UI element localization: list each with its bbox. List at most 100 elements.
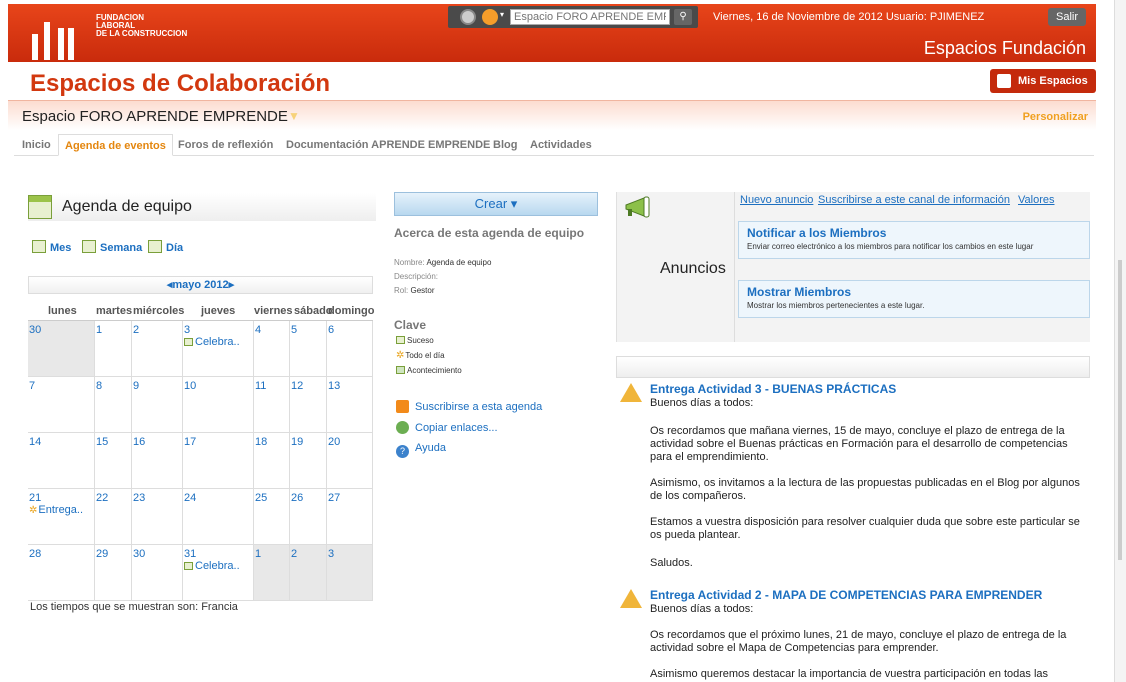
chevron-down-icon[interactable]: ▾: [500, 10, 504, 19]
day-number[interactable]: 31: [184, 548, 196, 560]
day-number[interactable]: 29: [96, 548, 108, 560]
calendar-day-cell[interactable]: 3 Celebra..: [183, 321, 254, 377]
search-button[interactable]: ⚲: [674, 9, 692, 25]
calendar-day-cell[interactable]: 8: [95, 377, 132, 433]
calendar-day-cell[interactable]: 21 ✲Entrega..: [28, 489, 95, 545]
calendar-day-cell[interactable]: 29: [95, 545, 132, 601]
day-number[interactable]: 18: [255, 436, 267, 448]
calendar-day-cell[interactable]: 15: [95, 433, 132, 489]
month-navigator[interactable]: ◂mayo 2012▸: [28, 276, 373, 294]
day-number[interactable]: 30: [29, 324, 41, 336]
day-number[interactable]: 21: [29, 492, 41, 504]
subscribe-agenda-link[interactable]: Suscribirse a esta agenda: [396, 400, 542, 413]
day-number[interactable]: 22: [96, 492, 108, 504]
subscribe-channel-link[interactable]: Suscribirse a este canal de información: [818, 194, 1010, 206]
calendar-day-cell[interactable]: 31 Celebra..: [183, 545, 254, 601]
day-number[interactable]: 15: [96, 436, 108, 448]
calendar-day-cell[interactable]: 2: [290, 545, 327, 601]
day-number[interactable]: 7: [29, 380, 35, 392]
view-week-link[interactable]: Semana: [82, 240, 142, 254]
tab-blog[interactable]: Blog: [493, 134, 517, 156]
calendar-day-cell[interactable]: 11: [254, 377, 290, 433]
post-title[interactable]: Entrega Actividad 2 - MAPA DE COMPETENCI…: [650, 588, 1042, 602]
day-number[interactable]: 23: [133, 492, 145, 504]
calendar-day-cell[interactable]: 1: [254, 545, 290, 601]
calendar-day-cell[interactable]: 16: [132, 433, 183, 489]
day-number[interactable]: 26: [291, 492, 303, 504]
calendar-day-cell[interactable]: 27: [327, 489, 373, 545]
day-number[interactable]: 13: [328, 380, 340, 392]
create-button[interactable]: Crear ▾: [394, 192, 598, 216]
calendar-event[interactable]: ✲Entrega..: [29, 504, 93, 516]
search-input[interactable]: [510, 9, 670, 25]
calendar-day-cell[interactable]: 6: [327, 321, 373, 377]
day-number[interactable]: 8: [96, 380, 102, 392]
tab-inicio[interactable]: Inicio: [22, 134, 51, 156]
calendar-day-cell[interactable]: 1: [95, 321, 132, 377]
scrollbar-thumb[interactable]: [1118, 260, 1122, 560]
view-day-link[interactable]: Día: [148, 240, 183, 254]
tab-agenda-eventos[interactable]: Agenda de eventos: [58, 134, 173, 156]
calendar-day-cell[interactable]: 22: [95, 489, 132, 545]
calendar-day-cell[interactable]: 19: [290, 433, 327, 489]
day-number[interactable]: 19: [291, 436, 303, 448]
day-number[interactable]: 30: [133, 548, 145, 560]
day-number[interactable]: 16: [133, 436, 145, 448]
settings-link[interactable]: Valores: [1018, 194, 1054, 206]
day-number[interactable]: 2: [133, 324, 139, 336]
calendar-day-cell[interactable]: 24: [183, 489, 254, 545]
calendar-day-cell[interactable]: 26: [290, 489, 327, 545]
tab-actividades[interactable]: Actividades: [530, 134, 592, 156]
calendar-day-cell[interactable]: 12: [290, 377, 327, 433]
day-number[interactable]: 27: [328, 492, 340, 504]
chevron-down-icon[interactable]: ▼: [288, 109, 300, 123]
calendar-day-cell[interactable]: 14: [28, 433, 95, 489]
day-number[interactable]: 9: [133, 380, 139, 392]
copy-links-link[interactable]: Copiar enlaces...: [396, 421, 498, 434]
day-number[interactable]: 12: [291, 380, 303, 392]
new-announcement-link[interactable]: Nuevo anuncio: [740, 194, 813, 206]
tab-documentacion[interactable]: Documentación APRENDE EMPRENDE: [286, 134, 490, 156]
calendar-day-cell[interactable]: 30: [132, 545, 183, 601]
day-number[interactable]: 1: [96, 324, 102, 336]
day-number[interactable]: 20: [328, 436, 340, 448]
calendar-day-cell[interactable]: 13: [327, 377, 373, 433]
my-spaces-button[interactable]: Mis Espacios: [990, 69, 1096, 93]
day-number[interactable]: 3: [184, 324, 190, 336]
calendar-day-cell[interactable]: 9: [132, 377, 183, 433]
post-title[interactable]: Entrega Actividad 3 - BUENAS PRÁCTICAS: [650, 382, 896, 396]
day-number[interactable]: 3: [328, 548, 334, 560]
calendar-day-cell[interactable]: 18: [254, 433, 290, 489]
search-scope-icon[interactable]: [482, 9, 498, 25]
personalize-link[interactable]: Personalizar: [1023, 111, 1088, 123]
day-number[interactable]: 10: [184, 380, 196, 392]
day-number[interactable]: 1: [255, 548, 261, 560]
help-link[interactable]: ? Ayuda: [396, 442, 446, 458]
day-number[interactable]: 14: [29, 436, 41, 448]
calendar-day-cell[interactable]: 10: [183, 377, 254, 433]
day-number[interactable]: 24: [184, 492, 196, 504]
calendar-day-cell[interactable]: 17: [183, 433, 254, 489]
calendar-day-cell[interactable]: 2: [132, 321, 183, 377]
calendar-day-cell[interactable]: 3: [327, 545, 373, 601]
day-number[interactable]: 2: [291, 548, 297, 560]
logout-button[interactable]: Salir: [1048, 8, 1087, 26]
tab-foros-reflexion[interactable]: Foros de reflexión: [178, 134, 273, 156]
day-number[interactable]: 6: [328, 324, 334, 336]
calendar-day-cell[interactable]: 20: [327, 433, 373, 489]
day-number[interactable]: 5: [291, 324, 297, 336]
calendar-day-cell[interactable]: 4: [254, 321, 290, 377]
day-number[interactable]: 25: [255, 492, 267, 504]
day-number[interactable]: 28: [29, 548, 41, 560]
calendar-day-cell[interactable]: 23: [132, 489, 183, 545]
calendar-day-cell[interactable]: 7: [28, 377, 95, 433]
day-number[interactable]: 4: [255, 324, 261, 336]
show-members-action[interactable]: Mostrar Miembros Mostrar los miembros pe…: [738, 280, 1090, 318]
notify-members-action[interactable]: Notificar a los Miembros Enviar correo e…: [738, 221, 1090, 259]
history-icon[interactable]: [460, 9, 476, 25]
view-month-link[interactable]: Mes: [32, 240, 71, 254]
calendar-event[interactable]: Celebra..: [184, 560, 252, 572]
calendar-day-cell[interactable]: 30: [28, 321, 95, 377]
calendar-day-cell[interactable]: 28: [28, 545, 95, 601]
calendar-day-cell[interactable]: 25: [254, 489, 290, 545]
